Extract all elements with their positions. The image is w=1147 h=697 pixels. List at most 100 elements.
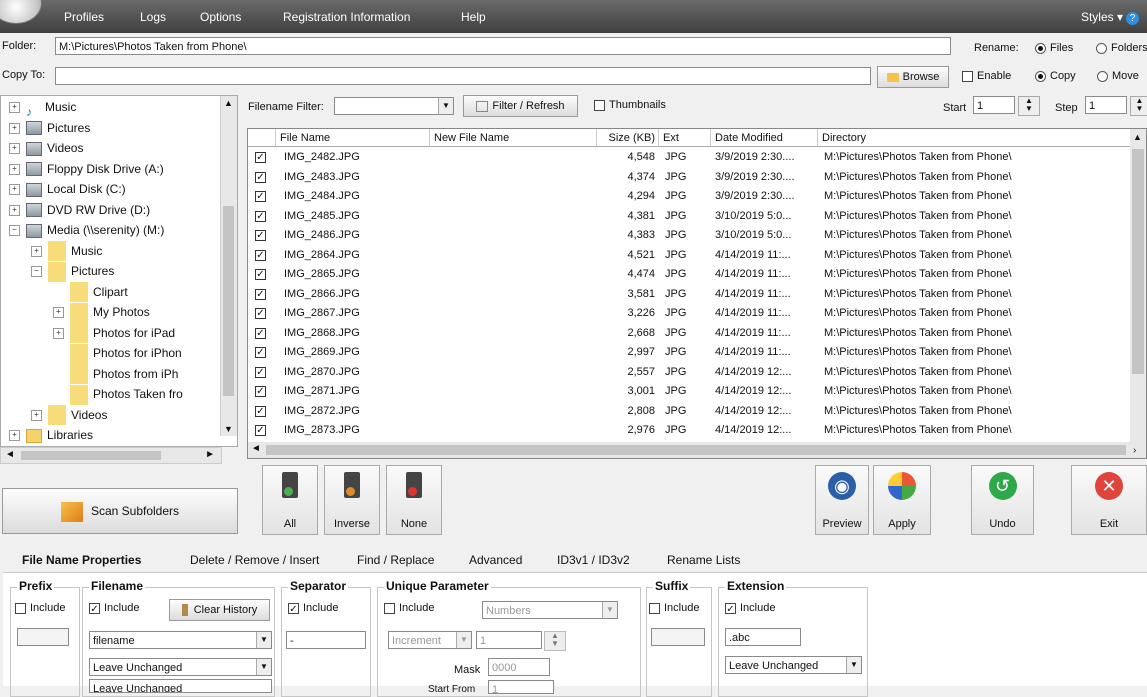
separator-include-checkbox[interactable]: ✓ Include — [288, 602, 338, 615]
menu-registration[interactable]: Registration Information — [283, 10, 410, 24]
expand-icon[interactable]: + — [9, 163, 20, 175]
unique-include-checkbox[interactable]: Include — [384, 602, 434, 614]
table-row[interactable]: ✓ IMG_2869.JPG 2,997 JPG 4/14/2019 11:... M:\… — [248, 343, 1132, 362]
increment-spinner[interactable]: ▲ ▼ — [544, 631, 566, 651]
expand-icon[interactable]: + — [9, 204, 20, 216]
row-checkbox[interactable]: ✓ — [255, 288, 266, 300]
scroll-right-icon[interactable]: ► — [205, 449, 215, 460]
tree-item[interactable]: + Music — [31, 241, 102, 262]
expand-icon[interactable]: + — [9, 184, 20, 196]
grid-hscroll-thumb[interactable] — [266, 445, 1126, 455]
suffix-include-checkbox[interactable]: Include — [649, 602, 699, 614]
exit-button[interactable]: ✕ Exit — [1071, 465, 1147, 535]
tree-item[interactable]: + Photos for iPad — [53, 323, 175, 344]
expand-icon[interactable]: + — [31, 409, 42, 421]
table-row[interactable]: ✓ IMG_2865.JPG 4,474 JPG 4/14/2019 11:... M:\… — [248, 265, 1132, 284]
filename-case-dropdown-2[interactable]: Leave Unchanged — [89, 679, 272, 693]
table-row[interactable]: ✓ IMG_2872.JPG 2,808 JPG 4/14/2019 12:... M:\… — [248, 402, 1132, 421]
row-checkbox[interactable]: ✓ — [255, 405, 266, 417]
menu-help[interactable]: Help — [461, 10, 486, 24]
table-row[interactable]: ✓ IMG_2871.JPG 3,001 JPG 4/14/2019 12:... M:\… — [248, 382, 1132, 401]
row-checkbox[interactable]: ✓ — [255, 425, 266, 436]
select-all-button[interactable]: All — [262, 465, 318, 535]
table-row[interactable]: ✓ IMG_2864.JPG 4,521 JPG 4/14/2019 11:... M:\… — [248, 246, 1132, 265]
filename-filter-dropdown[interactable]: ▼ — [334, 97, 454, 115]
expand-icon[interactable]: + — [9, 102, 20, 114]
grid-scroll-right-icon[interactable]: › — [1133, 445, 1136, 456]
scroll-left-icon[interactable]: ◄ — [251, 443, 261, 454]
tab-find-replace[interactable]: Find / Replace — [357, 553, 434, 567]
suffix-input[interactable] — [651, 628, 705, 646]
row-checkbox[interactable]: ✓ — [255, 152, 266, 163]
folder-input[interactable]: M:\Pictures\Photos Taken from Phone\ — [55, 37, 951, 55]
column-header-file-name[interactable]: File Name — [276, 129, 430, 147]
scroll-left-icon[interactable]: ◄ — [5, 449, 15, 460]
folder-tree[interactable]: + ♪ Music + Pictures + Videos + Floppy Disk Driv… — [0, 95, 238, 447]
expand-icon[interactable]: + — [9, 143, 20, 155]
column-header-date-modified[interactable]: Date Modified — [711, 129, 818, 147]
filename-case-dropdown[interactable]: Leave Unchanged ▼ — [89, 658, 272, 676]
table-row[interactable]: ✓ IMG_2873.JPG 2,976 JPG 4/14/2019 12:... M:\… — [248, 421, 1132, 440]
step-spinner[interactable]: ▲ ▼ — [1130, 96, 1147, 116]
extension-case-dropdown[interactable]: Leave Unchanged ▼ — [725, 656, 862, 674]
clear-history-button[interactable]: Clear History — [169, 599, 270, 621]
row-checkbox[interactable]: ✓ — [255, 210, 266, 222]
increment-input[interactable]: 1 — [476, 631, 542, 649]
table-row[interactable]: ✓ IMG_2867.JPG 3,226 JPG 4/14/2019 11:... M:\… — [248, 304, 1132, 323]
row-checkbox[interactable]: ✓ — [255, 269, 266, 280]
tree-item[interactable]: + Pictures — [9, 118, 90, 138]
extension-input[interactable]: .abc — [725, 628, 801, 646]
collapse-icon[interactable]: − — [9, 225, 20, 237]
tree-item[interactable]: + Floppy Disk Drive (A:) — [9, 159, 164, 179]
select-inverse-button[interactable]: Inverse — [324, 465, 380, 535]
row-checkbox[interactable]: ✓ — [255, 327, 266, 339]
thumbnails-checkbox[interactable]: Thumbnails — [594, 99, 666, 111]
row-checkbox[interactable]: ✓ — [255, 191, 266, 202]
tree-item[interactable]: + ♪ Music — [9, 97, 76, 119]
table-row[interactable]: ✓ IMG_2482.JPG 4,548 JPG 3/9/2019 2:30.... M:… — [248, 148, 1132, 167]
grid-vertical-scrollbar[interactable]: ▲ — [1130, 129, 1146, 458]
unique-type-dropdown[interactable]: Numbers ▼ — [482, 601, 618, 619]
tab-rename-lists[interactable]: Rename Lists — [667, 553, 740, 567]
apply-button[interactable]: Apply — [873, 465, 931, 535]
table-row[interactable]: ✓ IMG_2868.JPG 2,668 JPG 4/14/2019 11:... M:\… — [248, 324, 1132, 343]
row-checkbox[interactable]: ✓ — [255, 308, 266, 319]
tree-item[interactable]: +Photos for iPhon — [53, 343, 182, 364]
row-checkbox[interactable]: ✓ — [255, 366, 266, 378]
tree-vertical-scrollbar[interactable]: ▲ ▼ — [220, 96, 237, 436]
separator-input[interactable]: - — [286, 631, 366, 649]
expand-icon[interactable]: + — [53, 307, 64, 319]
tree-item[interactable]: +Clipart — [53, 282, 128, 303]
table-row[interactable]: ✓ IMG_2866.JPG 3,581 JPG 4/14/2019 11:... M:\… — [248, 285, 1132, 304]
tree-hscroll-thumb[interactable] — [21, 451, 161, 460]
column-header-ext[interactable]: Ext — [659, 129, 711, 147]
styles-menu[interactable]: Styles ▾? — [1081, 10, 1139, 25]
undo-button[interactable]: ↺ Undo — [971, 465, 1034, 535]
mask-input[interactable]: 0000 — [488, 658, 550, 676]
start-input[interactable]: 1 — [973, 96, 1015, 114]
tab-advanced[interactable]: Advanced — [469, 553, 522, 567]
tree-item[interactable]: − Media (\\serenity) (M:) — [9, 220, 164, 240]
tree-item[interactable]: + Libraries — [9, 425, 93, 445]
rename-folders-radio[interactable]: Folders — [1096, 42, 1147, 54]
expand-icon[interactable]: + — [53, 327, 64, 339]
increment-dropdown[interactable]: Increment ▼ — [388, 631, 472, 649]
select-none-button[interactable]: None — [386, 465, 442, 535]
row-checkbox[interactable]: ✓ — [255, 347, 266, 358]
preview-button[interactable]: ◉ Preview — [815, 465, 869, 535]
row-checkbox[interactable]: ✓ — [255, 171, 266, 183]
expand-icon[interactable]: + — [9, 122, 20, 134]
menu-profiles[interactable]: Profiles — [64, 10, 104, 24]
filename-dropdown[interactable]: filename ▼ — [89, 631, 272, 649]
row-checkbox[interactable]: ✓ — [255, 386, 266, 397]
scan-subfolders-button[interactable]: Scan Subfolders — [2, 488, 238, 534]
table-row[interactable]: ✓ IMG_2870.JPG 2,557 JPG 4/14/2019 12:... M:\… — [248, 363, 1132, 382]
table-row[interactable]: ✓ IMG_2485.JPG 4,381 JPG 3/10/2019 5:0... M:\… — [248, 207, 1132, 226]
collapse-icon[interactable]: − — [31, 266, 42, 278]
tree-item[interactable]: + Local Disk (C:) — [9, 179, 126, 199]
tree-item[interactable]: + My Photos — [53, 302, 150, 323]
column-header-directory[interactable]: Directory — [818, 129, 1132, 147]
scroll-up-icon[interactable]: ▲ — [1133, 132, 1142, 142]
prefix-include-checkbox[interactable]: Include — [15, 602, 65, 614]
file-list-grid[interactable]: File Name New File Name Size (KB) Ext Da… — [247, 128, 1147, 459]
